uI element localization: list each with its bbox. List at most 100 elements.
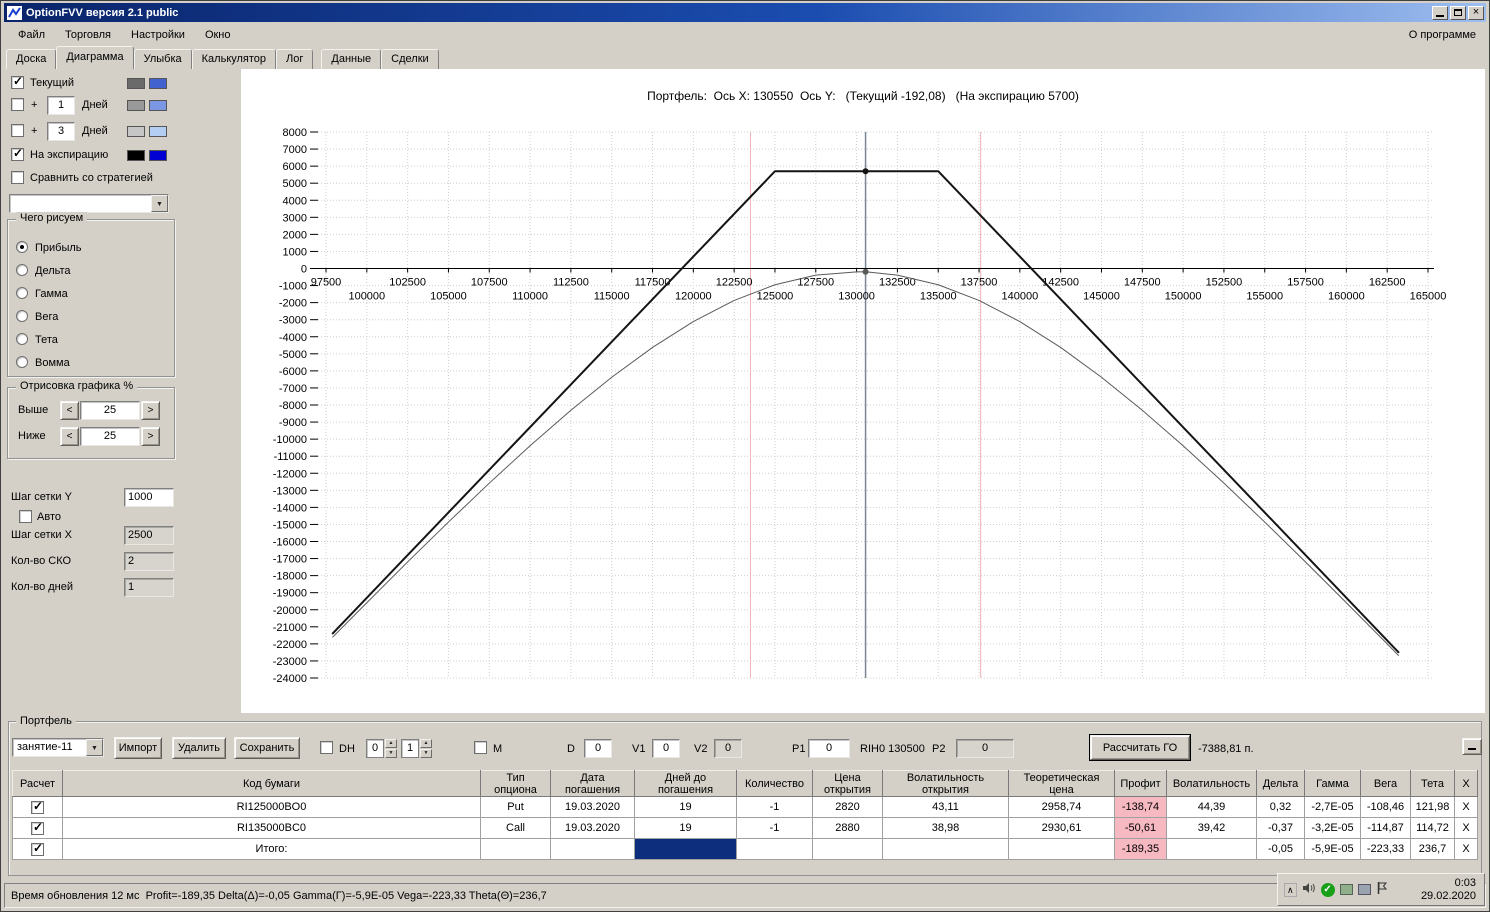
menu-settings[interactable]: Настройки	[121, 26, 195, 44]
tab-trades[interactable]: Сделки	[381, 49, 439, 69]
column-header-8[interactable]: Теоретическая цена	[1008, 770, 1115, 797]
portfolio-preset-combobox[interactable]: занятие-11 ▼	[12, 738, 104, 757]
close-button[interactable]: ×	[1468, 5, 1484, 20]
below-percent-input[interactable]: 25	[80, 427, 140, 446]
days-count-input[interactable]: 1	[124, 578, 174, 597]
dh-spinner-1-value[interactable]: 0	[366, 739, 384, 758]
row-delete-button[interactable]: X	[1454, 817, 1478, 839]
language-flag-icon[interactable]	[1376, 881, 1388, 898]
plus1-days-input[interactable]: 1	[47, 96, 75, 115]
volume-icon[interactable]	[1302, 882, 1316, 897]
tab-diagram[interactable]: Диаграмма	[56, 46, 134, 69]
column-header-14[interactable]: Тета	[1410, 770, 1455, 797]
column-header-7[interactable]: Волатильность открытия	[882, 770, 1009, 797]
theta-radio[interactable]	[16, 333, 28, 345]
tab-log[interactable]: Лог	[276, 49, 314, 69]
column-header-3[interactable]: Дата погашения	[550, 770, 635, 797]
row-delete-button[interactable]: X	[1454, 838, 1478, 860]
plus3-checkbox[interactable]	[11, 124, 24, 137]
row-delete-button[interactable]: X	[1454, 796, 1478, 818]
column-header-9[interactable]: Профит	[1114, 770, 1167, 797]
below-increase-button[interactable]: >	[141, 427, 160, 446]
vomma-radio[interactable]	[16, 356, 28, 368]
above-decrease-button[interactable]: <	[60, 401, 79, 420]
menu-trading[interactable]: Торговля	[55, 26, 121, 44]
column-header-6[interactable]: Цена открытия	[812, 770, 883, 797]
tab-data[interactable]: Данные	[321, 49, 382, 69]
above-increase-button[interactable]: >	[141, 401, 160, 420]
antivirus-status-icon[interactable]: ✓	[1320, 882, 1335, 897]
below-decrease-button[interactable]: <	[60, 427, 79, 446]
p2-input[interactable]: 0	[956, 739, 1014, 758]
tray-clock[interactable]: 0:03 29.02.2020	[1421, 877, 1478, 903]
row-calc-checkbox[interactable]	[31, 820, 44, 835]
tray-app-icon-1[interactable]	[1339, 884, 1353, 895]
vega-radio[interactable]	[16, 310, 28, 322]
column-header-10[interactable]: Волатильность	[1166, 770, 1257, 797]
svg-text:6000: 6000	[283, 161, 307, 173]
p1-input[interactable]: 0	[808, 739, 850, 758]
column-header-5[interactable]: Количество	[736, 770, 813, 797]
compare-strategy-checkbox[interactable]	[11, 171, 24, 184]
minimize-button[interactable]	[1432, 5, 1448, 20]
expiration-color-swatch-1[interactable]	[127, 150, 145, 161]
plus3-color-swatch-2[interactable]	[149, 126, 167, 137]
plus3-days-input[interactable]: 3	[47, 122, 75, 141]
profit-radio[interactable]	[16, 241, 28, 253]
collapse-panel-button[interactable]	[1462, 738, 1482, 755]
menu-about[interactable]: О программе	[1409, 29, 1486, 41]
tab-smile[interactable]: Улыбка	[133, 49, 192, 69]
above-percent-input[interactable]: 25	[80, 401, 140, 420]
restore-button[interactable]	[1450, 5, 1466, 20]
calc-margin-button[interactable]: Рассчитать ГО	[1090, 735, 1190, 760]
grid-step-x-input[interactable]: 2500	[124, 526, 174, 545]
tray-expand-icon[interactable]: ∧	[1284, 882, 1297, 897]
preset-combo-arrow-icon[interactable]: ▼	[86, 739, 103, 756]
spinner-down-icon[interactable]: ▼	[385, 749, 397, 758]
sko-count-input[interactable]: 2	[124, 552, 174, 571]
column-header-15[interactable]: X	[1454, 770, 1478, 797]
expiration-color-swatch-2[interactable]	[149, 150, 167, 161]
save-button[interactable]: Сохранить	[234, 737, 300, 759]
v1-input[interactable]: 0	[652, 739, 680, 758]
current-color-swatch-2[interactable]	[149, 78, 167, 89]
column-header-11[interactable]: Дельта	[1256, 770, 1305, 797]
column-header-1[interactable]: Код бумаги	[62, 770, 481, 797]
current-checkbox[interactable]	[11, 74, 24, 89]
plus1-color-swatch-1[interactable]	[127, 100, 145, 111]
spinner-up-icon[interactable]: ▲	[385, 739, 397, 748]
expiration-checkbox[interactable]	[11, 146, 24, 161]
column-header-13[interactable]: Вега	[1360, 770, 1411, 797]
tab-calculator[interactable]: Калькулятор	[191, 49, 277, 69]
row-calc-checkbox[interactable]	[31, 841, 44, 856]
dh-checkbox[interactable]	[320, 741, 333, 754]
menu-file[interactable]: Файл	[8, 26, 55, 44]
payoff-chart[interactable]: -24000-23000-22000-21000-20000-19000-180…	[248, 106, 1490, 712]
import-button[interactable]: Импорт	[114, 737, 162, 759]
delta-radio[interactable]	[16, 264, 28, 276]
column-header-0[interactable]: Расчет	[12, 770, 63, 797]
column-header-2[interactable]: Тип опциона	[480, 770, 551, 797]
d-input[interactable]: 0	[584, 739, 612, 758]
strategy-combo-arrow-icon[interactable]: ▼	[151, 195, 168, 212]
delete-button[interactable]: Удалить	[172, 737, 226, 759]
spinner-down-icon[interactable]: ▼	[420, 749, 432, 758]
menu-window[interactable]: Окно	[195, 26, 241, 44]
plus3-color-swatch-1[interactable]	[127, 126, 145, 137]
current-color-swatch-1[interactable]	[127, 78, 145, 89]
auto-checkbox[interactable]	[19, 510, 32, 523]
tray-app-icon-2[interactable]	[1357, 884, 1371, 895]
plus1-color-swatch-2[interactable]	[149, 100, 167, 111]
grid-step-y-input[interactable]: 1000	[124, 488, 174, 507]
gamma-radio[interactable]	[16, 287, 28, 299]
strategy-combobox[interactable]: ▼	[9, 194, 169, 213]
m-checkbox[interactable]	[474, 741, 487, 754]
v2-input[interactable]: 0	[714, 739, 742, 758]
dh-spinner-2-value[interactable]: 1	[401, 739, 419, 758]
row-calc-checkbox[interactable]	[31, 799, 44, 814]
column-header-12[interactable]: Гамма	[1304, 770, 1361, 797]
tab-board[interactable]: Доска	[6, 49, 57, 69]
spinner-up-icon[interactable]: ▲	[420, 739, 432, 748]
plus1-checkbox[interactable]	[11, 98, 24, 111]
column-header-4[interactable]: Дней до погашения	[634, 770, 737, 797]
